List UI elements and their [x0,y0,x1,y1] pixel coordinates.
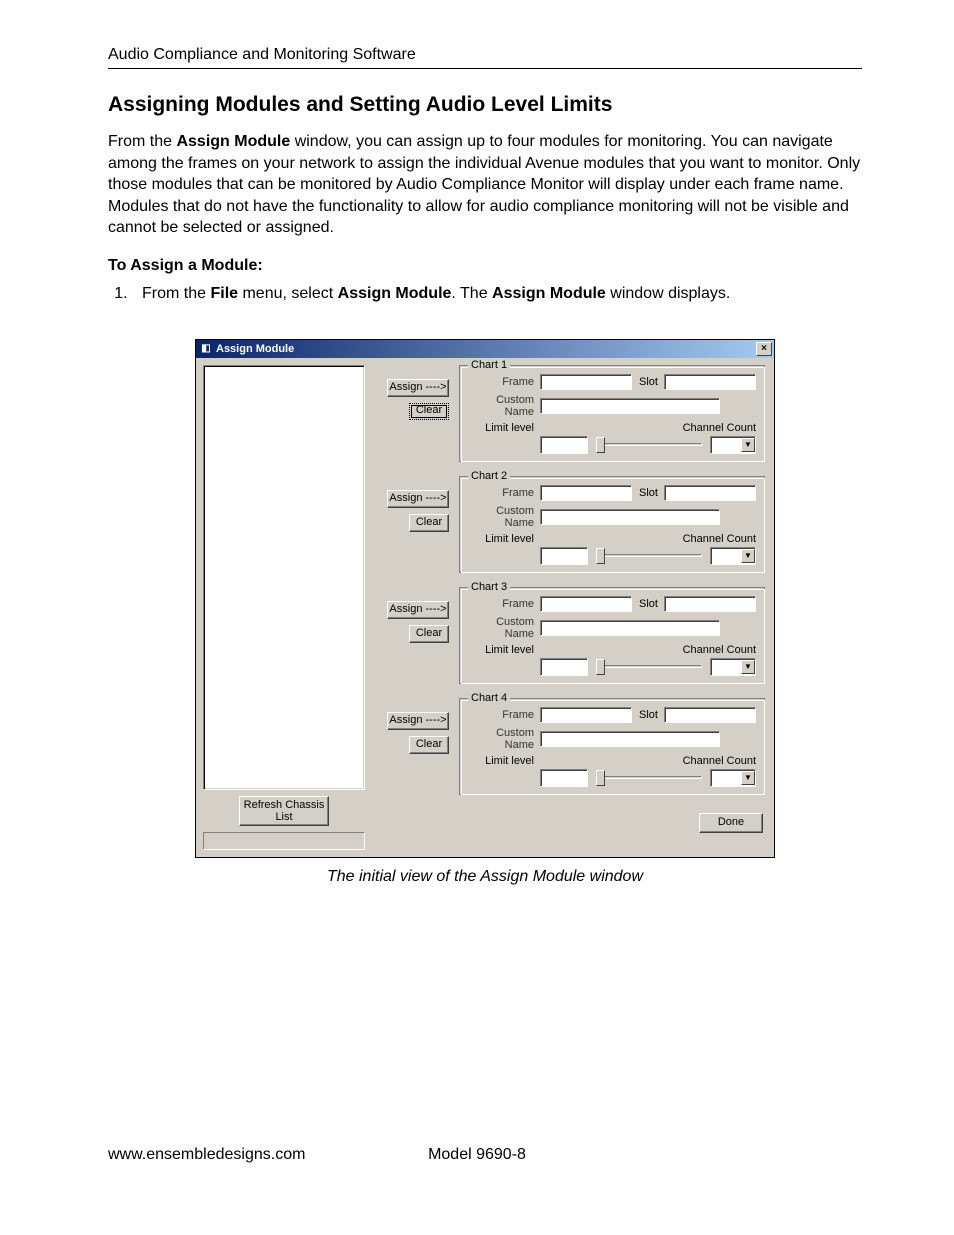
assign-module-window: ◧ Assign Module × Refresh Chassis List [195,339,775,858]
channel-count-label: Channel Count [540,422,756,434]
limit-level-slider-2[interactable] [596,546,702,566]
chart-row-2: Assign ---->ClearChart 2FrameSlotCustom … [373,476,767,573]
slider-thumb-icon [596,548,605,564]
limit-level-input-1[interactable] [540,436,588,454]
assign-button-4[interactable]: Assign ----> [387,712,449,730]
slot-label: Slot [632,598,664,610]
limit-level-label: Limit level [468,533,540,545]
slider-thumb-icon [596,437,605,453]
clear-button-2[interactable]: Clear [409,514,449,532]
done-button[interactable]: Done [699,813,763,833]
frame-input-2[interactable] [540,485,632,501]
window-title: Assign Module [216,343,294,355]
section-heading: Assigning Modules and Setting Audio Leve… [108,93,862,117]
window-close-button[interactable]: × [756,342,772,356]
assign-button-2[interactable]: Assign ----> [387,490,449,508]
chevron-down-icon: ▼ [741,438,755,452]
slot-label: Slot [632,487,664,499]
frame-input-1[interactable] [540,374,632,390]
slot-input-2[interactable] [664,485,756,501]
window-titlebar[interactable]: ◧ Assign Module × [196,340,774,358]
footer-url: www.ensembledesigns.com [108,1146,305,1164]
status-strip [203,832,365,850]
channel-count-dropdown-3[interactable]: ▼ [710,658,756,676]
limit-level-slider-3[interactable] [596,657,702,677]
custom-name-label: Custom Name [468,394,540,418]
limit-level-slider-4[interactable] [596,768,702,788]
custom-name-input-1[interactable] [540,398,720,414]
chassis-tree[interactable] [203,365,365,790]
chart-group-4: Chart 4FrameSlotCustom NameLimit levelCh… [459,698,765,795]
running-head: Audio Compliance and Monitoring Software [108,46,416,63]
slider-thumb-icon [596,659,605,675]
limit-level-slider-1[interactable] [596,435,702,455]
chart-group-legend-3: Chart 3 [468,581,510,593]
frame-label: Frame [468,376,540,388]
clear-button-3[interactable]: Clear [409,625,449,643]
assign-button-3[interactable]: Assign ----> [387,601,449,619]
chart-group-3: Chart 3FrameSlotCustom NameLimit levelCh… [459,587,765,684]
close-icon: × [761,343,767,354]
channel-count-label: Channel Count [540,644,756,656]
limit-level-label: Limit level [468,755,540,767]
window-app-icon: ◧ [200,343,212,355]
limit-level-input-3[interactable] [540,658,588,676]
chart-group-legend-1: Chart 1 [468,359,510,371]
chart-row-4: Assign ---->ClearChart 4FrameSlotCustom … [373,698,767,795]
chart-row-3: Assign ---->ClearChart 3FrameSlotCustom … [373,587,767,684]
chart-group-1: Chart 1FrameSlotCustom NameLimit levelCh… [459,365,765,462]
custom-name-label: Custom Name [468,616,540,640]
chevron-down-icon: ▼ [741,660,755,674]
frame-input-3[interactable] [540,596,632,612]
step-1: From the File menu, select Assign Module… [132,285,862,303]
assign-button-1[interactable]: Assign ----> [387,379,449,397]
channel-count-dropdown-1[interactable]: ▼ [710,436,756,454]
limit-level-label: Limit level [468,644,540,656]
slider-thumb-icon [596,770,605,786]
frame-label: Frame [468,709,540,721]
chart-group-2: Chart 2FrameSlotCustom NameLimit levelCh… [459,476,765,573]
chevron-down-icon: ▼ [741,549,755,563]
refresh-chassis-list-button[interactable]: Refresh Chassis List [239,796,329,826]
frame-label: Frame [468,598,540,610]
frame-input-4[interactable] [540,707,632,723]
channel-count-dropdown-4[interactable]: ▼ [710,769,756,787]
intro-paragraph: From the Assign Module window, you can a… [108,131,862,239]
channel-count-dropdown-2[interactable]: ▼ [710,547,756,565]
frame-label: Frame [468,487,540,499]
figure-caption: The initial view of the Assign Module wi… [108,868,862,886]
custom-name-label: Custom Name [468,727,540,751]
slot-label: Slot [632,709,664,721]
custom-name-label: Custom Name [468,505,540,529]
slot-input-4[interactable] [664,707,756,723]
limit-level-input-4[interactable] [540,769,588,787]
custom-name-input-4[interactable] [540,731,720,747]
slot-input-3[interactable] [664,596,756,612]
clear-button-4[interactable]: Clear [409,736,449,754]
channel-count-label: Channel Count [540,533,756,545]
slot-input-1[interactable] [664,374,756,390]
chevron-down-icon: ▼ [741,771,755,785]
channel-count-label: Channel Count [540,755,756,767]
custom-name-input-2[interactable] [540,509,720,525]
screenshot-figure: ◧ Assign Module × Refresh Chassis List [108,339,862,858]
chart-group-legend-2: Chart 2 [468,470,510,482]
limit-level-label: Limit level [468,422,540,434]
chart-group-legend-4: Chart 4 [468,692,510,704]
running-head-rule: Audio Compliance and Monitoring Software [108,46,862,69]
limit-level-input-2[interactable] [540,547,588,565]
slot-label: Slot [632,376,664,388]
custom-name-input-3[interactable] [540,620,720,636]
chart-row-1: Assign ---->ClearChart 1FrameSlotCustom … [373,365,767,462]
clear-button-1[interactable]: Clear [409,403,449,420]
step-list: From the File menu, select Assign Module… [108,285,862,303]
subheading-assign: To Assign a Module: [108,257,862,275]
